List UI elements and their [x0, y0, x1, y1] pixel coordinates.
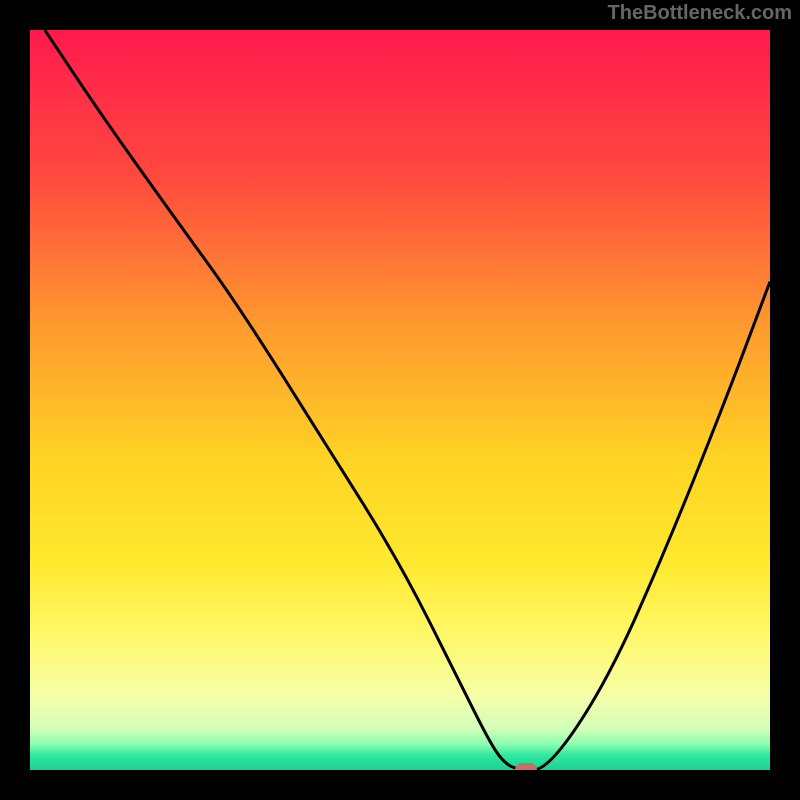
- watermark-text: TheBottleneck.com: [608, 2, 792, 25]
- plot-area: [30, 30, 770, 770]
- chart-container: TheBottleneck.com: [0, 0, 800, 800]
- gradient-bg: [30, 30, 770, 770]
- chart-svg: [30, 30, 770, 770]
- optimal-point-marker: [515, 763, 537, 770]
